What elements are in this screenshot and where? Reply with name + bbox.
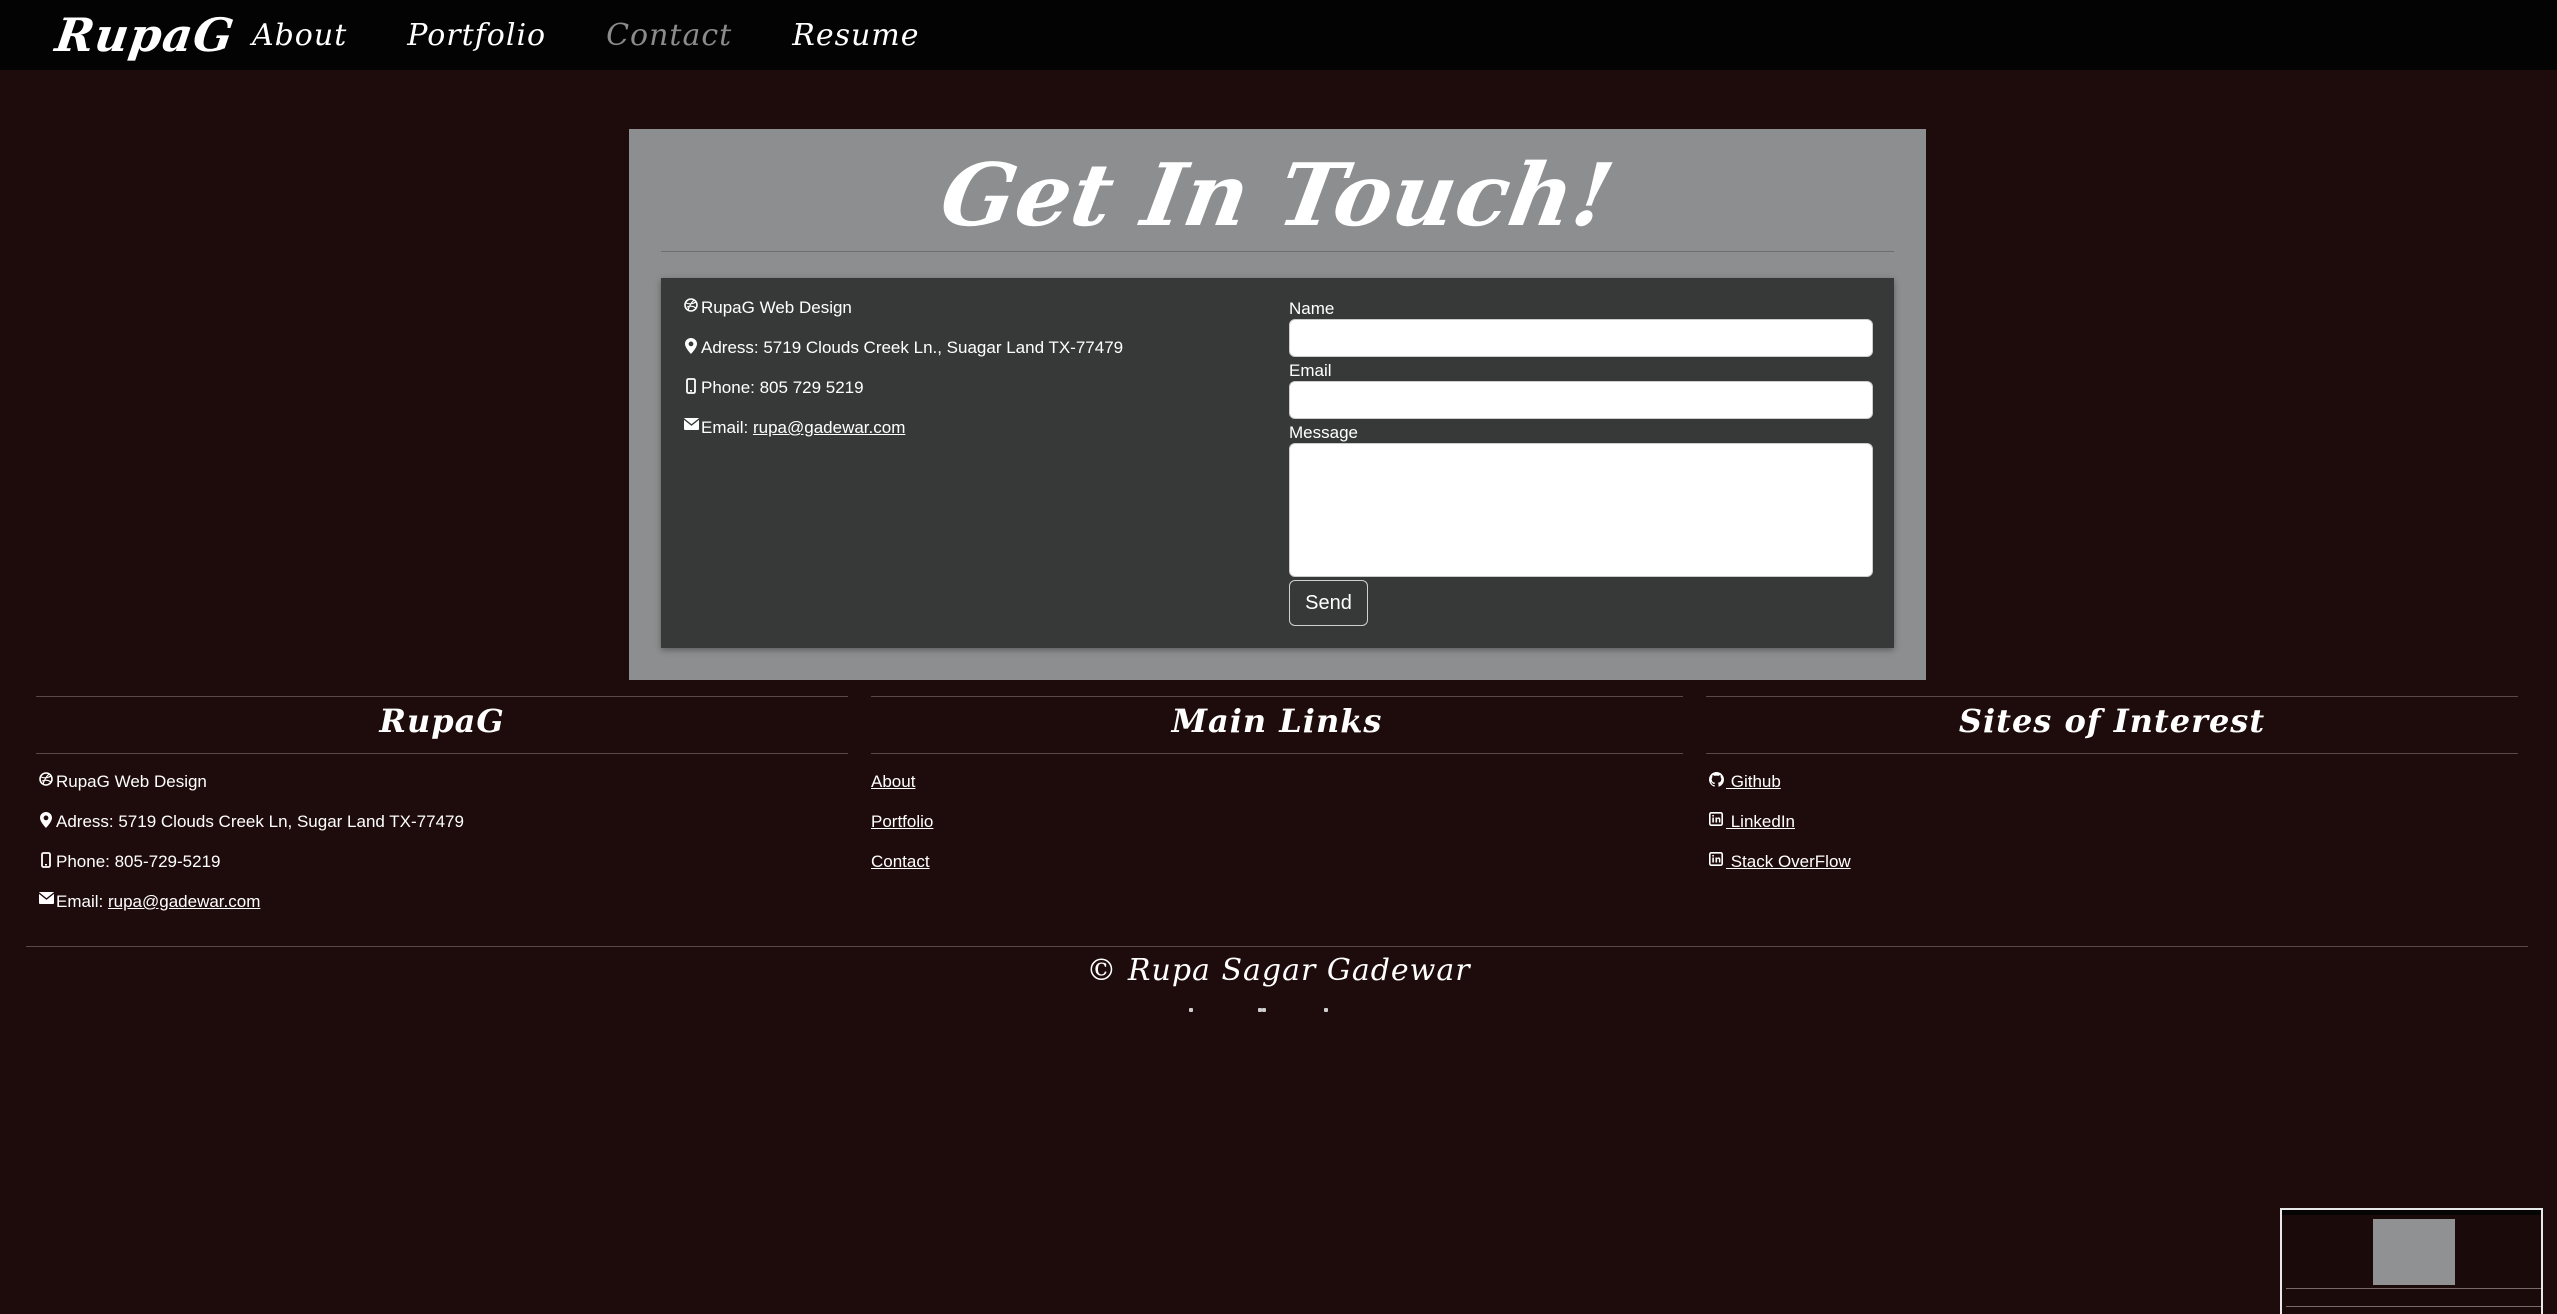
name-label: Name [1289,299,1335,318]
contact-title: Get In Touch! [933,145,1622,246]
send-button[interactable]: Send [1289,580,1368,626]
info-address-text: Adress: 5719 Clouds Creek Ln., Suagar La… [701,338,1124,357]
footer-site-linkedin[interactable]: LinkedIn [1706,812,1851,852]
footer-link-portfolio[interactable]: Portfolio [871,812,933,832]
contact-card: RupaG Web Design Adress: 5719 Clouds Cre… [661,278,1894,648]
brand-logo[interactable]: RupaG [52,8,238,62]
minimap-line [2286,1288,2541,1289]
footer-info-company: RupaG Web Design [36,772,464,812]
footer-divider [1706,753,2518,754]
name-field[interactable] [1289,319,1873,357]
nav-link-portfolio[interactable]: Portfolio [407,18,546,53]
footer-link-row: Contact [871,852,933,892]
dribbble-icon [681,298,701,312]
info-address: Adress: 5719 Clouds Creek Ln., Suagar La… [681,338,1123,378]
footer-link-about[interactable]: About [871,772,915,792]
email-label: Email [1289,361,1332,380]
contact-info-list: RupaG Web Design Adress: 5719 Clouds Cre… [681,298,1123,458]
mobile-phone-icon [681,378,701,394]
info-email: Email: rupa@gadewar.com [681,418,1123,458]
footer-link-row: About [871,772,933,812]
minimap-contact-panel [2373,1219,2455,1285]
footer-site-github[interactable]: Github [1706,772,1851,812]
linkedin-icon [1706,852,1726,866]
footer-divider [36,696,848,697]
footer-info-address: Adress: 5719 Clouds Creek Ln, Sugar Land… [36,812,464,852]
footer-link-row: Portfolio [871,812,933,852]
footer-email-prefix: Email: [56,892,108,911]
contact-form: Name Email Message Send [1289,298,1873,626]
footer-info-phone: Phone: 805-729-5219 [36,852,464,892]
info-company-text: RupaG Web Design [701,298,852,317]
info-email-prefix: Email: [701,418,753,437]
copyright-text: © Rupa Sagar Gadewar [1086,953,1471,988]
info-email-link[interactable]: rupa@gadewar.com [753,418,905,438]
footer-sites-list: Github LinkedIn Stack OverFlow [1706,772,1851,892]
footer-site-linkedin-link[interactable]: LinkedIn [1726,812,1795,832]
info-phone: Phone: 805 729 5219 [681,378,1123,418]
footer-bottom-divider [26,946,2528,947]
mobile-phone-icon [36,852,56,868]
nav-link-about[interactable]: About [252,18,347,53]
map-marker-icon [681,338,701,354]
footer-info-email: Email: rupa@gadewar.com [36,892,464,932]
message-label: Message [1289,423,1358,442]
footer-divider [36,753,848,754]
footer-main-links-list: About Portfolio Contact [871,772,933,892]
nav-link-contact[interactable]: Contact [606,18,732,53]
dribbble-icon [36,772,56,786]
clipped-text-fragment [1150,1008,1350,1016]
footer-site-stackoverflow-link[interactable]: Stack OverFlow [1726,852,1851,872]
footer-divider [1706,696,2518,697]
minimap-line [2286,1306,2541,1307]
map-marker-icon [36,812,56,828]
footer-link-contact[interactable]: Contact [871,852,930,872]
linkedin-icon [1706,812,1726,826]
footer-col-title: Main Links [1171,702,1383,740]
page-minimap[interactable] [2280,1208,2543,1314]
envelope-icon [36,892,56,904]
footer-info-list: RupaG Web Design Adress: 5719 Clouds Cre… [36,772,464,932]
github-icon [1706,772,1726,787]
contact-section: Get In Touch! RupaG Web Design Adress: 5… [629,129,1926,680]
footer-email-link[interactable]: rupa@gadewar.com [108,892,260,912]
nav-link-resume[interactable]: Resume [792,18,919,53]
envelope-icon [681,418,701,430]
info-phone-text: Phone: 805 729 5219 [701,378,864,397]
minimap-nav [2282,1210,2541,1215]
email-field[interactable] [1289,381,1873,419]
info-company: RupaG Web Design [681,298,1123,338]
footer-col-title: Sites of Interest [1958,702,2266,740]
footer-divider [871,696,1683,697]
title-divider [661,251,1894,252]
message-field[interactable] [1289,443,1873,577]
footer-col-title: RupaG [379,702,505,740]
footer-site-stackoverflow[interactable]: Stack OverFlow [1706,852,1851,892]
footer-address-text: Adress: 5719 Clouds Creek Ln, Sugar Land… [56,812,464,831]
footer-company-text: RupaG Web Design [56,772,207,791]
footer-phone-text: Phone: 805-729-5219 [56,852,221,871]
footer-divider [871,753,1683,754]
top-navbar: RupaG About Portfolio Contact Resume [0,0,2557,70]
footer-site-github-link[interactable]: Github [1726,772,1781,792]
